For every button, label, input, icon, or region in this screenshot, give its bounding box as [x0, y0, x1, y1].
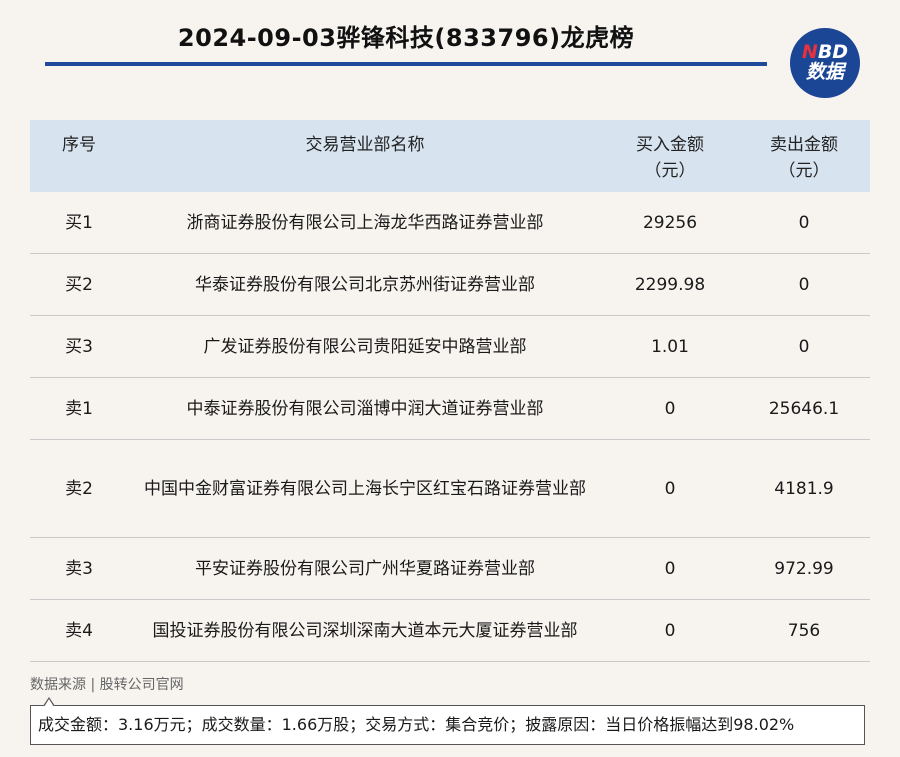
sell-amount-cell: 0: [798, 274, 810, 295]
buy-amount-cell: 29256: [642, 212, 698, 233]
sell-amount-cell: 0: [798, 336, 810, 357]
rank-cell: 卖3: [65, 558, 93, 579]
col-rank-header: 序号: [62, 135, 96, 155]
branch-name-cell: 国投证券股份有限公司深圳深南大道本元大厦证券营业部: [152, 620, 578, 641]
table-body: 买1 浙商证券股份有限公司上海龙华西路证券营业部 29256 0 买2 华泰证券股份有限公…: [30, 192, 870, 662]
table-row: 卖2 中国中金财富证券有限公司上海长宁区红宝石路证券营业部 0 4181.9: [30, 440, 870, 538]
table-header: 序号 交易营业部名称 买入金额 （元） 卖出金额 （元）: [30, 120, 870, 192]
page-title: 2024-09-03骅锋科技(833796)龙虎榜: [177, 24, 635, 52]
table-row: 买2 华泰证券股份有限公司北京苏州街证券营业部 2299.98 0: [30, 254, 870, 316]
trade-summary-text: 成交金额：3.16万元；成交数量：1.66万股；交易方式：集合竞价；披露原因：当…: [38, 715, 795, 734]
logo-accent-letter: N: [801, 40, 818, 63]
rank-cell: 卖1: [65, 398, 93, 419]
buy-amount-cell: 0: [664, 478, 676, 499]
branch-name-cell: 中泰证券股份有限公司淄博中润大道证券营业部: [186, 398, 544, 419]
logo-letters: BD: [817, 40, 849, 63]
branch-name-cell: 中国中金财富证券有限公司上海长宁区红宝石路证券营业部: [144, 478, 586, 499]
buy-amount-cell: 1.01: [651, 336, 689, 357]
nbd-data-logo: NBD 数据: [790, 28, 860, 98]
rank-cell: 卖4: [65, 620, 93, 641]
logo-subtitle: 数据: [805, 60, 844, 83]
branch-name-cell: 浙商证券股份有限公司上海龙华西路证券营业部: [186, 212, 544, 233]
summary-pointer-fill: [44, 699, 54, 707]
sell-amount-cell: 25646.1: [768, 398, 840, 419]
table-row: 卖1 中泰证券股份有限公司淄博中润大道证券营业部 0 25646.1: [30, 378, 870, 440]
branch-name-cell: 平安证券股份有限公司广州华夏路证券营业部: [195, 558, 535, 579]
rank-cell: 买3: [65, 336, 93, 357]
dragon-tiger-table: 序号 交易营业部名称 买入金额 （元） 卖出金额 （元） 买1 浙商证券股份有限公司上海…: [30, 120, 870, 662]
data-source: 数据来源 | 股转公司官网: [30, 677, 184, 693]
buy-amount-cell: 0: [664, 398, 676, 419]
sell-amount-cell: 756: [787, 620, 821, 641]
trade-summary-box: 成交金额：3.16万元；成交数量：1.66万股；交易方式：集合竞价；披露原因：当…: [30, 697, 865, 745]
title-underline: [45, 62, 767, 66]
col-sell-header: 卖出金额 （元）: [770, 135, 838, 181]
sell-amount-cell: 0: [798, 212, 810, 233]
rank-cell: 买1: [65, 212, 93, 233]
sell-amount-cell: 972.99: [774, 558, 834, 579]
branch-name-cell: 广发证券股份有限公司贵阳延安中路营业部: [203, 336, 527, 357]
rank-cell: 卖2: [65, 478, 93, 499]
table-row: 买3 广发证券股份有限公司贵阳延安中路营业部 1.01 0: [30, 316, 870, 378]
branch-name-cell: 华泰证券股份有限公司北京苏州街证券营业部: [195, 274, 535, 295]
buy-amount-cell: 2299.98: [634, 274, 706, 295]
buy-amount-cell: 0: [664, 558, 676, 579]
rank-cell: 买2: [65, 274, 93, 295]
col-buy-header: 买入金额 （元）: [636, 135, 704, 181]
buy-amount-cell: 0: [664, 620, 676, 641]
table-row: 买1 浙商证券股份有限公司上海龙华西路证券营业部 29256 0: [30, 192, 870, 254]
table-row: 卖4 国投证券股份有限公司深圳深南大道本元大厦证券营业部 0 756: [30, 600, 870, 662]
table-row: 卖3 平安证券股份有限公司广州华夏路证券营业部 0 972.99: [30, 538, 870, 600]
col-name-header: 交易营业部名称: [305, 135, 425, 155]
sell-amount-cell: 4181.9: [774, 478, 834, 499]
